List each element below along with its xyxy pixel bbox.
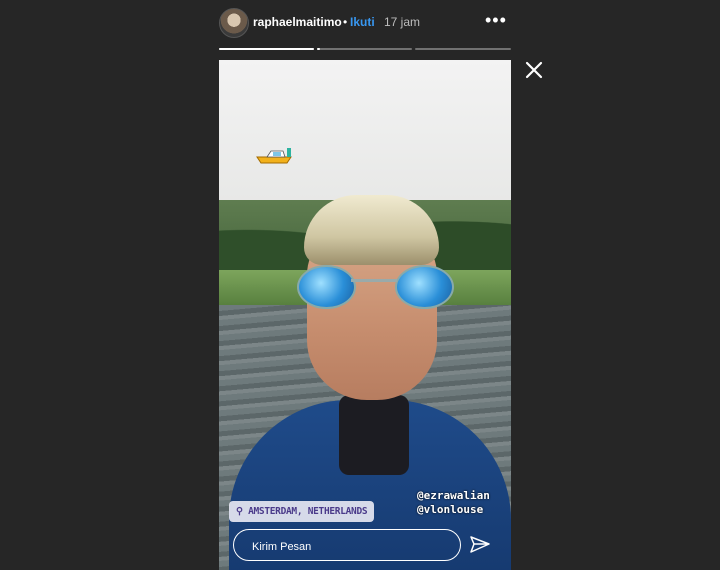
hair [304,195,439,265]
follow-button[interactable]: Ikuti [350,15,375,29]
story-progress [219,48,511,50]
sunglasses [291,265,456,309]
separator-dot: • [343,15,348,29]
location-pin-icon: ⚲ [236,506,249,517]
avatar[interactable] [219,8,249,38]
location-label: AMSTERDAM, NETHERLANDS [248,506,368,517]
send-icon[interactable] [469,534,491,556]
message-input[interactable] [250,537,454,557]
username[interactable]: raphaelmaitimo [253,15,342,29]
mention-tag[interactable]: @vlonlouse [417,503,483,516]
story-media[interactable]: ⚲ AMSTERDAM, NETHERLANDS @ezrawalian @vl… [219,60,511,570]
close-icon[interactable] [522,58,546,82]
story-header: raphaelmaitimo • Ikuti 17 jam ••• [219,8,511,38]
progress-segment [415,48,511,50]
location-sticker[interactable]: ⚲ AMSTERDAM, NETHERLANDS [229,501,375,522]
progress-segment [317,48,412,50]
post-time: 17 jam [384,15,421,29]
progress-segment [219,48,314,50]
mention-tag[interactable]: @ezrawalian [417,489,490,502]
reply-box[interactable] [233,529,461,561]
shirt-collar [339,395,409,475]
speedboat-icon[interactable] [255,145,295,165]
more-options-icon[interactable]: ••• [485,10,507,31]
